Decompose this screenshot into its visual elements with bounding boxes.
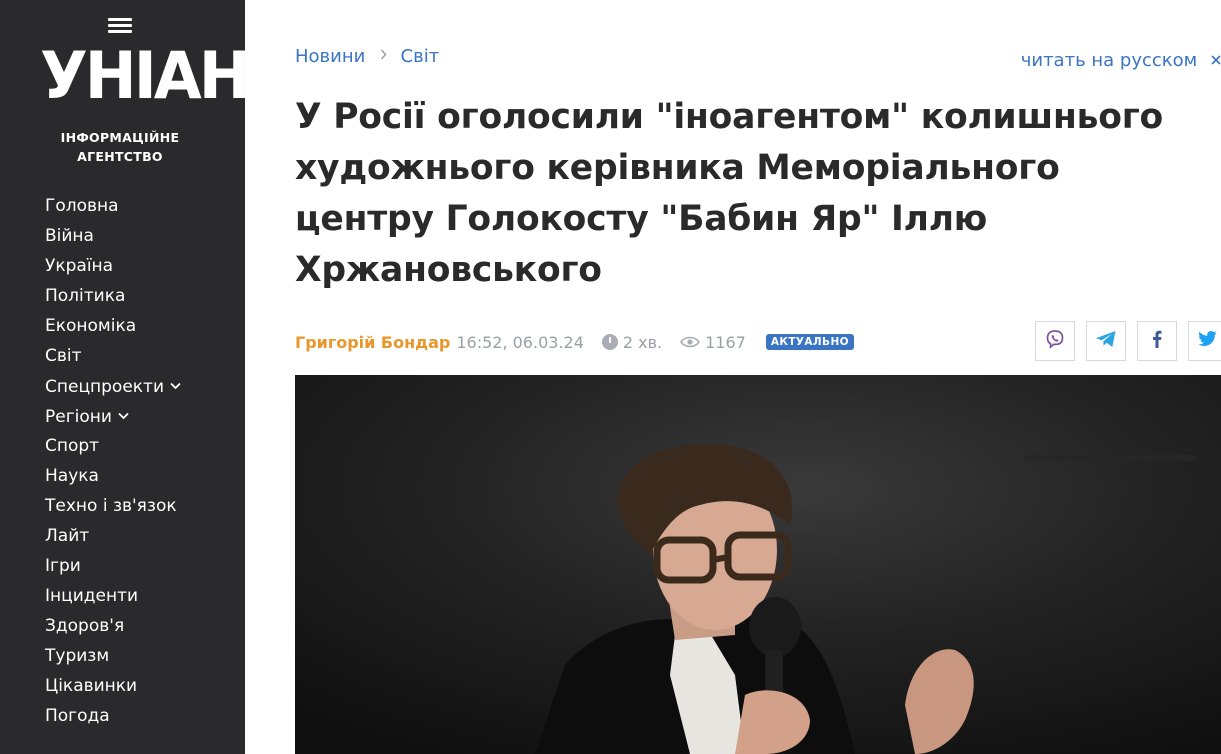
chevron-down-icon (170, 375, 181, 397)
nav-item-label: Спорт (45, 436, 100, 456)
logo-wordmark: УНІАН (40, 37, 251, 114)
nav-item-lite[interactable]: Лайт (45, 525, 181, 555)
nav-item-label: Спецпроекти (45, 377, 164, 397)
nav-item-label: Політика (45, 286, 126, 306)
viber-share-button[interactable] (1035, 321, 1075, 361)
nav-item-label: Цікавинки (45, 676, 138, 696)
nav-item-label: Світ (45, 346, 82, 366)
nav-item-label: Головна (45, 196, 119, 216)
nav-item-economy[interactable]: Економіка (45, 315, 181, 345)
nav-item-label: Економіка (45, 316, 137, 336)
article-photo (295, 375, 1221, 754)
nav-item-label: Здоров'я (45, 616, 125, 636)
nav-item-weather[interactable]: Погода (45, 705, 181, 735)
chevron-right-icon (380, 48, 391, 64)
twitter-share-button[interactable] (1188, 321, 1221, 361)
eye-icon (680, 333, 701, 352)
logo-subtitle-line1: ІНФОРМАЦІЙНЕ (60, 130, 180, 145)
facebook-icon (1152, 330, 1162, 353)
chevron-down-icon (118, 405, 129, 427)
nav-item-label: Регіони (45, 407, 112, 427)
breadcrumb-world-link[interactable]: Світ (401, 46, 440, 67)
nav-item-tourism[interactable]: Туризм (45, 645, 181, 675)
view-count: 1167 (705, 332, 746, 352)
nav-item-label: Війна (45, 226, 94, 246)
logo-subtitle-line2: АГЕНТСТВО (77, 149, 163, 164)
logo-subtitle: ІНФОРМАЦІЙНЕ АГЕНТСТВО (40, 128, 200, 166)
nav-item-science[interactable]: Наука (45, 465, 181, 495)
read-time: 2 хв. (622, 332, 663, 352)
nav-item-world[interactable]: Світ (45, 345, 181, 375)
nav-item-health[interactable]: Здоров'я (45, 615, 181, 645)
nav-item-sport[interactable]: Спорт (45, 435, 181, 465)
unian-logo[interactable]: УНІАН ІНФОРМАЦІЙНЕ АГЕНТСТВО (40, 12, 251, 172)
article-title: У Росії оголосили "іноагентом" колишньог… (295, 97, 1164, 290)
nav-item-war[interactable]: Війна (45, 225, 181, 255)
nav-item-label: Ігри (45, 556, 81, 576)
nav-item-label: Погода (45, 706, 110, 726)
telegram-share-button[interactable] (1086, 321, 1126, 361)
clock-icon (601, 334, 618, 350)
share-buttons (1035, 321, 1221, 361)
breadcrumb: Новини Світ (295, 46, 439, 67)
breadcrumb-news-link[interactable]: Новини (295, 46, 365, 67)
nav-item-politics[interactable]: Політика (45, 285, 181, 315)
nav-item-label: Туризм (45, 646, 110, 666)
sidebar-nav: Головна Війна Україна Політика Економіка… (45, 195, 181, 735)
nav-item-tech[interactable]: Техно і зв'язок (45, 495, 181, 525)
facebook-share-button[interactable] (1137, 321, 1177, 361)
nav-item-label: Техно і зв'язок (45, 496, 177, 516)
viber-icon (1045, 329, 1065, 354)
russian-version-link[interactable]: читать на русском (1021, 50, 1221, 71)
article-meta: Григорій Бондар 16:52, 06.03.24 2 хв. 11… (295, 330, 854, 354)
nav-item-special-projects[interactable]: Спецпроекти (45, 375, 181, 405)
nav-item-curious[interactable]: Цікавинки (45, 675, 181, 705)
twitter-icon (1198, 331, 1217, 351)
nav-item-label: Наука (45, 466, 99, 486)
nav-item-games[interactable]: Ігри (45, 555, 181, 585)
nav-item-label: Україна (45, 256, 114, 276)
nav-item-regions[interactable]: Регіони (45, 405, 181, 435)
actual-badge: АКТУАЛЬНО (765, 334, 854, 350)
nav-item-incidents[interactable]: Інциденти (45, 585, 181, 615)
publish-datetime: 16:52, 06.03.24 (456, 332, 584, 352)
article-photo-illustration (295, 375, 1221, 754)
nav-item-label: Інциденти (45, 586, 139, 606)
nav-item-main[interactable]: Головна (45, 195, 181, 225)
russian-version-label: читать на русском (1020, 50, 1198, 71)
nav-item-label: Лайт (45, 526, 90, 546)
close-icon[interactable] (1211, 50, 1221, 71)
author-link[interactable]: Григорій Бондар (295, 333, 450, 352)
telegram-icon (1095, 330, 1117, 353)
nav-item-ukraine[interactable]: Україна (45, 255, 181, 285)
sidebar: УНІАН ІНФОРМАЦІЙНЕ АГЕНТСТВО Головна Вій… (0, 0, 251, 754)
